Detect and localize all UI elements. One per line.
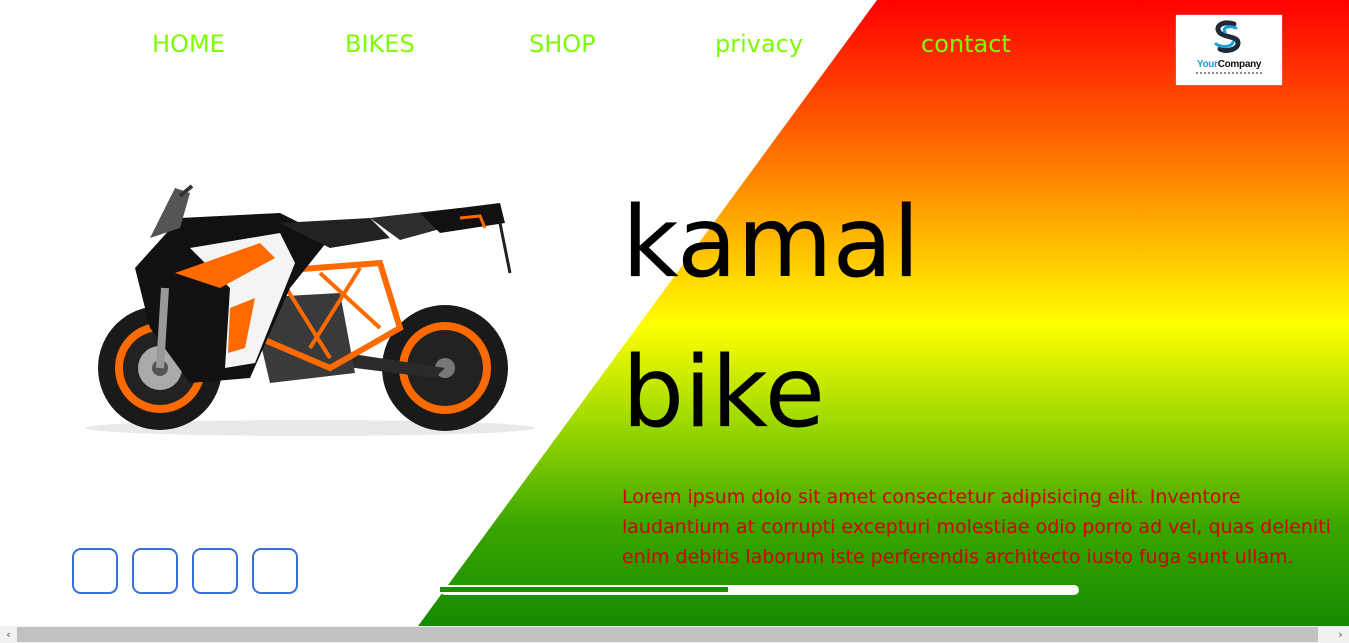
hero-description: Lorem ipsum dolo sit amet consectetur ad… (622, 486, 1331, 568)
slider-dot-2[interactable] (132, 548, 178, 594)
slider-dot-4[interactable] (252, 548, 298, 594)
hero-title: kamal bike (622, 168, 1122, 468)
logo-wordmark: YourCompany (1196, 59, 1262, 70)
horizontal-scrollbar-thumb[interactable] (17, 627, 1318, 642)
nav-link-shop[interactable]: SHOP (529, 30, 596, 58)
logo-tagline-line (1196, 72, 1262, 74)
slider-dot-1[interactable] (72, 548, 118, 594)
hero-title-line-2: bike (622, 336, 825, 450)
nav-link-home[interactable]: HOME (152, 30, 225, 58)
chevron-right-icon[interactable]: › (1332, 626, 1349, 643)
nav-link-contact[interactable]: contact (921, 30, 1011, 58)
nav-link-bikes[interactable]: BIKES (345, 30, 415, 58)
motorcycle-image (80, 178, 540, 438)
slider-progress-fill (440, 586, 728, 593)
main-nav: HOME BIKES SHOP privacy contact (0, 30, 1100, 62)
slider-dot-3[interactable] (192, 548, 238, 594)
logo-mark-icon (1214, 20, 1241, 53)
chevron-left-icon[interactable]: ‹ (0, 626, 17, 643)
nav-link-privacy[interactable]: privacy (715, 30, 803, 58)
hero-title-line-1: kamal (622, 186, 920, 300)
company-logo[interactable]: YourCompany (1176, 15, 1282, 85)
